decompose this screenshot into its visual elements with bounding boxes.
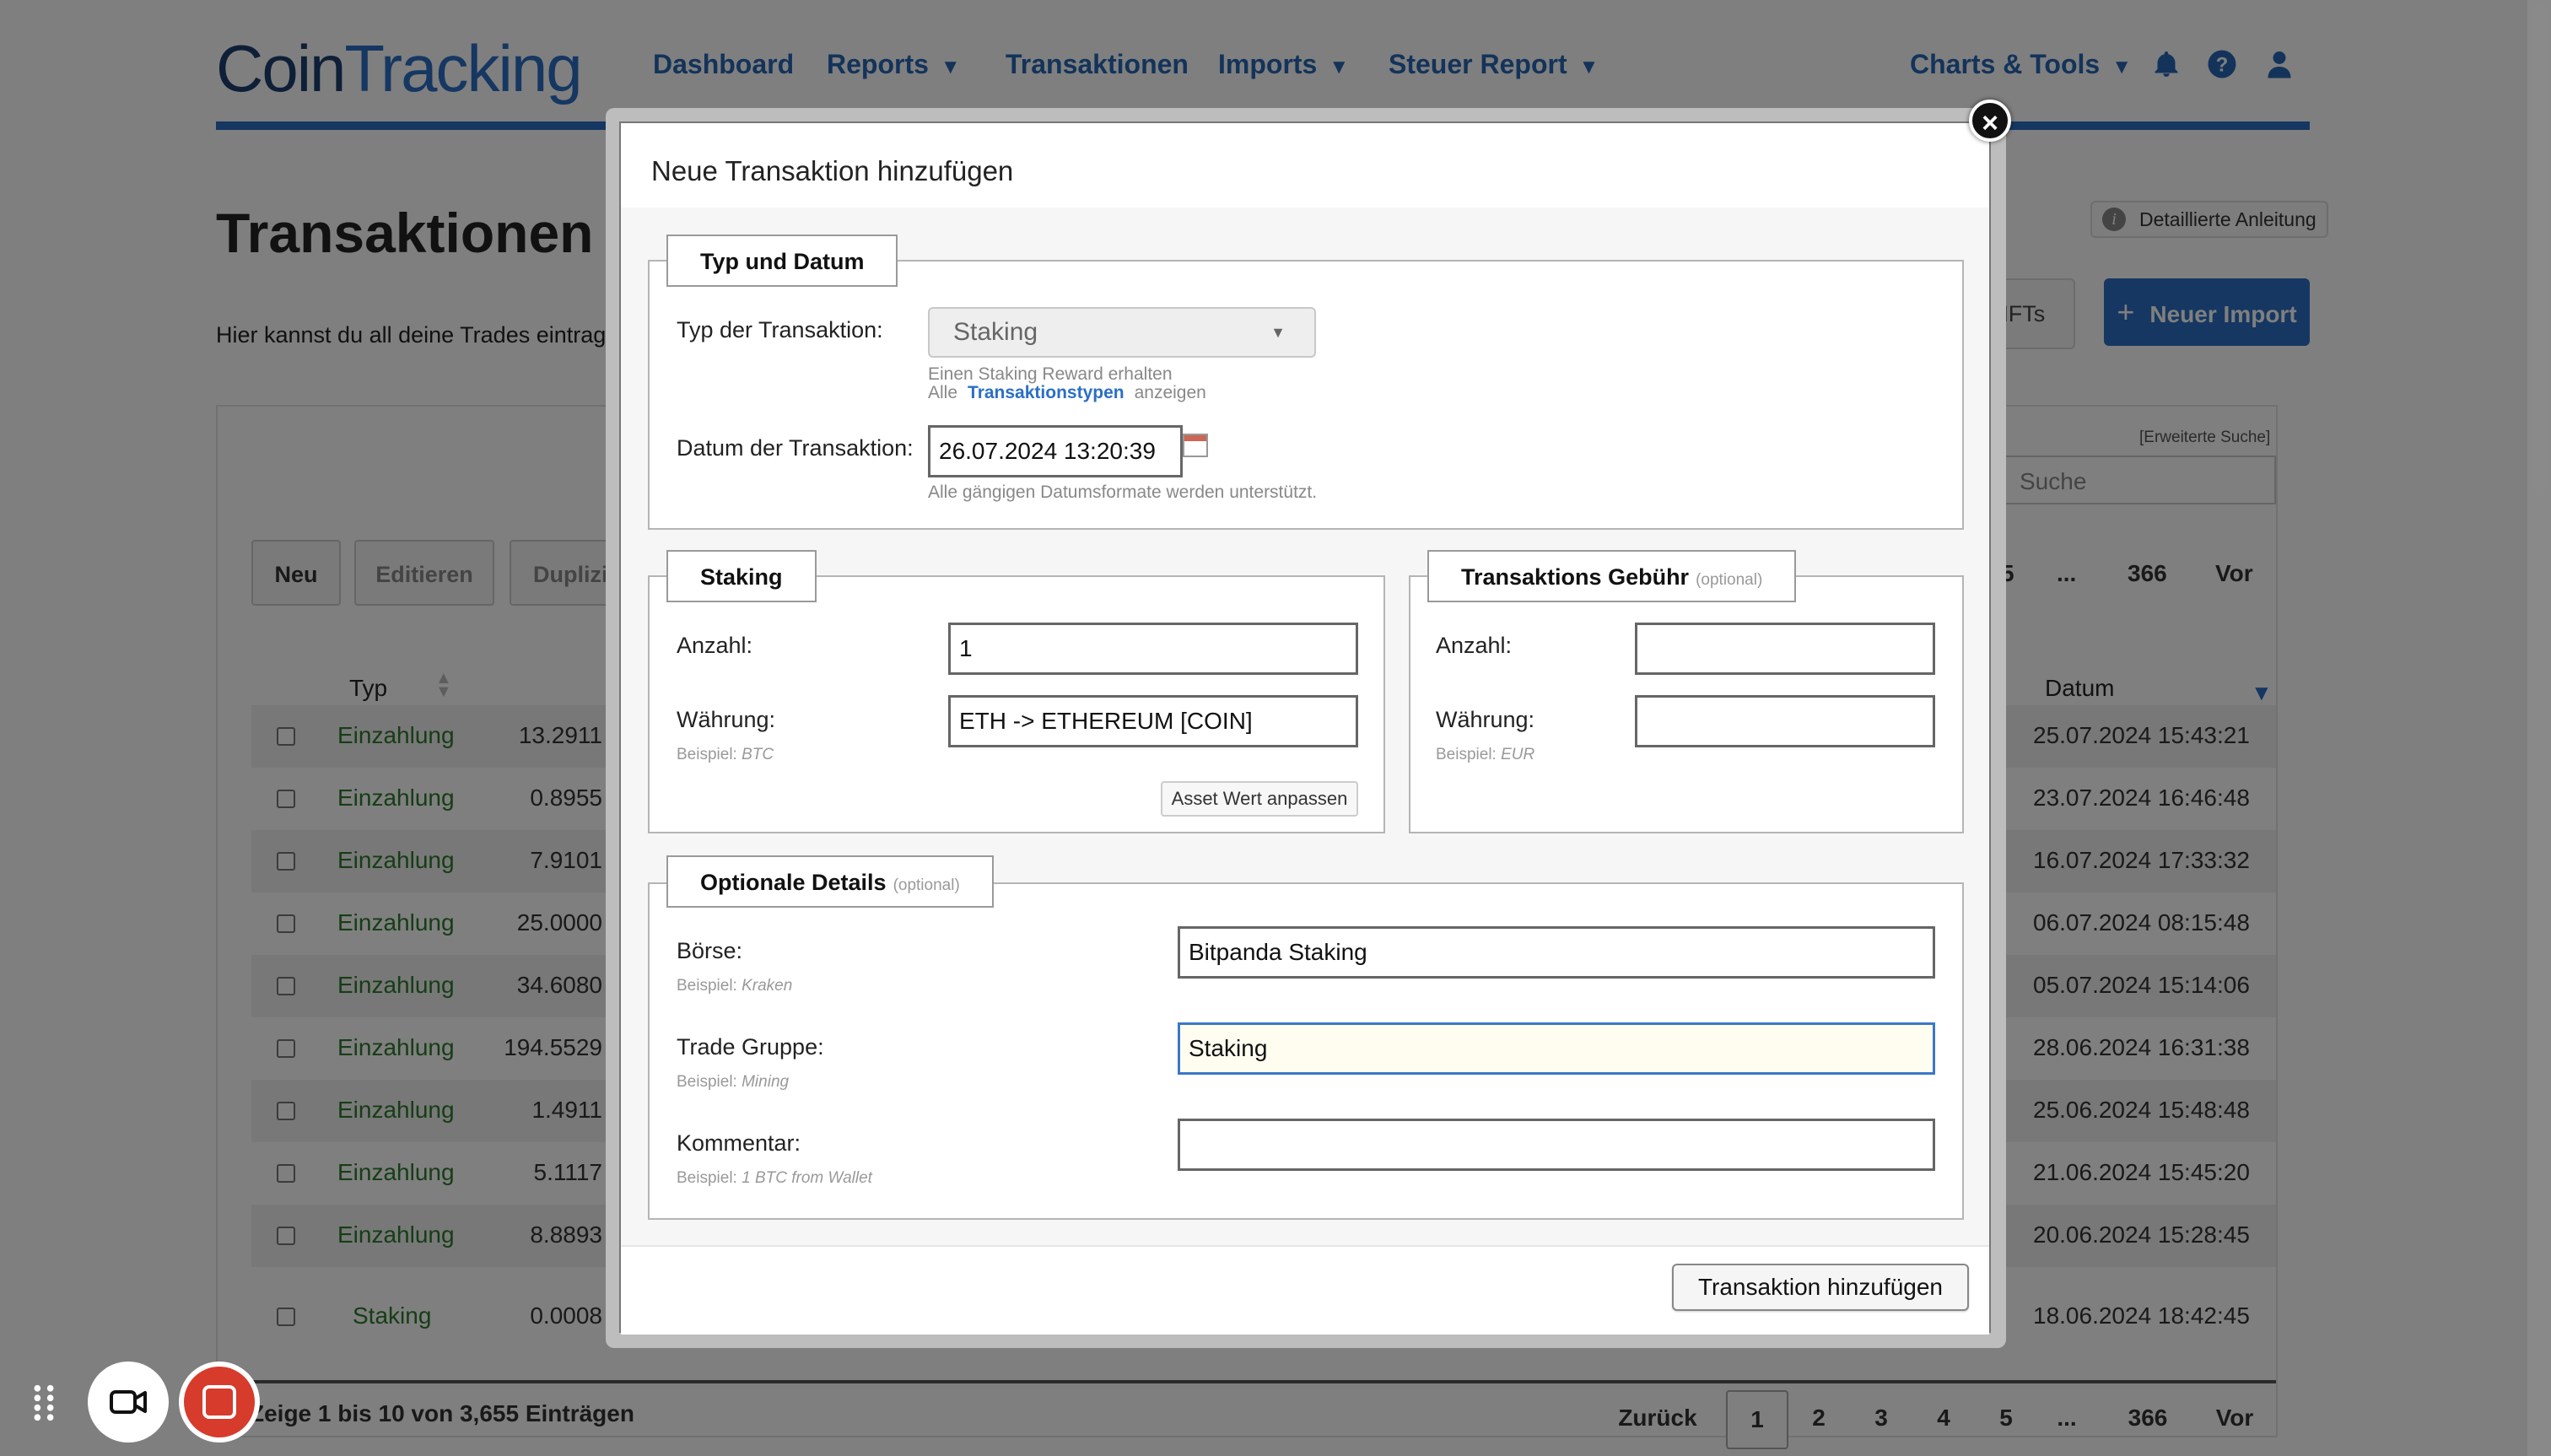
exchange-label: Börse: xyxy=(677,938,743,963)
type-label: Typ der Transaktion: xyxy=(677,317,883,342)
transaction-types-link[interactable]: Transaktionstypen xyxy=(968,383,1124,402)
comment-label: Kommentar: xyxy=(677,1130,801,1156)
type-description: Einen Staking Reward erhalten xyxy=(928,364,1173,384)
currency-example: Beispiel: BTC xyxy=(677,746,774,763)
date-input[interactable]: 26.07.2024 13:20:39 xyxy=(928,425,1183,477)
amount-input[interactable]: 1 xyxy=(948,623,1358,675)
date-label: Datum der Transaktion: xyxy=(677,435,914,461)
modal-header: Neue Transaktion hinzufügen xyxy=(621,123,1989,208)
scrollbar-thumb[interactable] xyxy=(2534,3,2546,496)
trade-group-label: Trade Gruppe: xyxy=(677,1034,824,1060)
comment-input[interactable] xyxy=(1178,1119,1935,1171)
trade-group-input[interactable]: Staking xyxy=(1178,1022,1935,1075)
currency-input[interactable]: ETH -> ETHEREUM [COIN] xyxy=(948,695,1358,747)
dropdown-arrow-icon: ▼ xyxy=(1270,324,1286,341)
legend-fee: Transaktions Gebühr (optional) xyxy=(1427,550,1797,602)
date-format-hint: Alle gängigen Datumsformate werden unter… xyxy=(928,483,1318,502)
all-types-hint: Alle Transaktionstypen anzeigen xyxy=(928,383,1206,402)
camera-toggle-button[interactable] xyxy=(88,1362,169,1443)
legend-staking: Staking xyxy=(666,550,817,602)
exchange-input[interactable]: Bitpanda Staking xyxy=(1178,926,1935,979)
fee-amount-label: Anzahl: xyxy=(1436,633,1513,658)
fee-currency-label: Währung: xyxy=(1436,707,1535,732)
stop-icon xyxy=(184,1367,255,1437)
exchange-example: Beispiel: Kraken xyxy=(677,977,793,995)
legend-optional-details: Optionale Details (optional) xyxy=(666,855,994,908)
stop-recording-button[interactable] xyxy=(179,1362,260,1443)
trade-group-example: Beispiel: Mining xyxy=(677,1073,790,1091)
comment-example: Beispiel: 1 BTC from Wallet xyxy=(677,1169,872,1187)
fee-amount-input[interactable] xyxy=(1635,623,1935,675)
fee-currency-example: Beispiel: EUR xyxy=(1436,746,1535,763)
transaction-type-select[interactable]: Staking ▼ xyxy=(928,307,1316,358)
video-camera-icon xyxy=(110,1390,147,1414)
close-modal-button[interactable]: × xyxy=(1969,100,2011,142)
calendar-icon[interactable] xyxy=(1183,434,1208,457)
fee-currency-input[interactable] xyxy=(1635,695,1935,747)
currency-label: Währung: xyxy=(677,707,776,732)
add-transaction-button[interactable]: Transaktion hinzufügen xyxy=(1672,1264,1969,1311)
drag-handle-icon[interactable] xyxy=(32,1383,56,1422)
modal-title: Neue Transaktion hinzufügen xyxy=(651,155,1014,186)
legend-type-date: Typ und Datum xyxy=(666,235,898,287)
adjust-asset-value-button[interactable]: Asset Wert anpassen xyxy=(1161,781,1358,817)
amount-label: Anzahl: xyxy=(677,633,753,658)
